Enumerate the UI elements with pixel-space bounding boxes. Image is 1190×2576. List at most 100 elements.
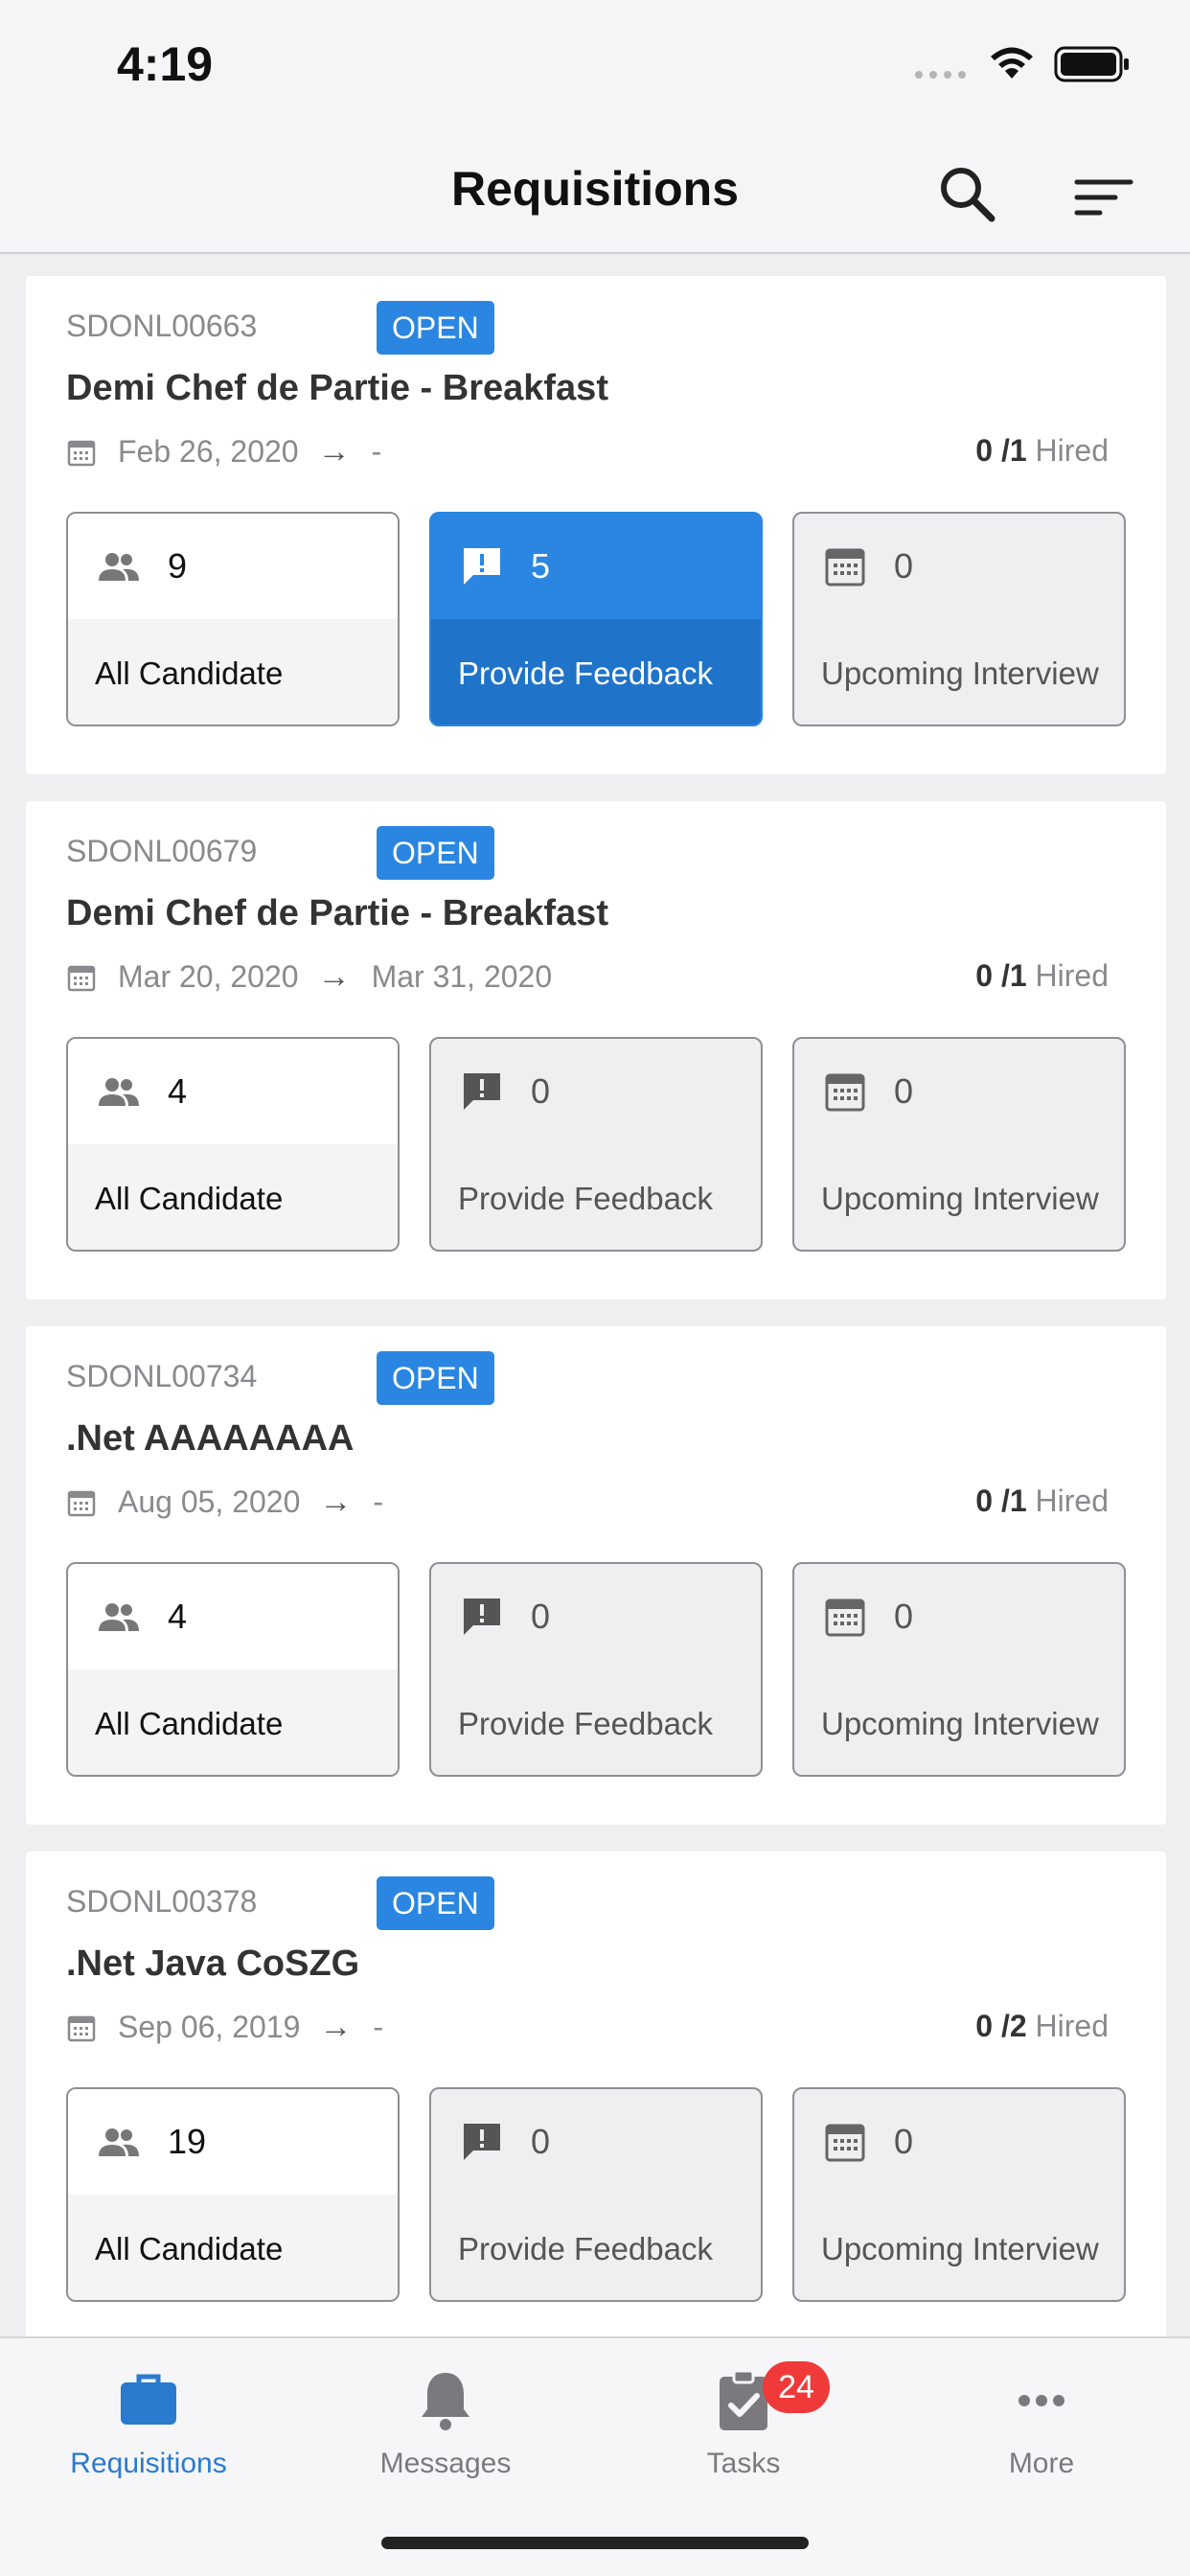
requisition-card[interactable]: SDONL00663 OPEN Demi Chef de Partie - Br… (26, 276, 1166, 774)
requisition-dates: Sep 06, 2019 → - (66, 2009, 383, 2046)
requisition-id: SDONL00663 (66, 309, 258, 343)
calendar-icon (825, 1073, 865, 1112)
feedback-label: Provide Feedback (458, 1706, 713, 1741)
tab-label: More (1008, 2448, 1075, 2479)
provide-feedback-button[interactable]: 5 Provide Feedback (429, 512, 763, 726)
calendar-icon (825, 548, 865, 586)
tab-tasks[interactable]: Tasks 24 (619, 2361, 868, 2480)
interview-count: 0 (894, 2122, 914, 2161)
sort-filter-icon[interactable] (1071, 171, 1138, 228)
all-candidate-label: All Candidate (68, 1669, 398, 1775)
status-badge: OPEN (377, 826, 494, 880)
feedback-count: 0 (531, 1597, 551, 1636)
tab-label: Requisitions (70, 2448, 227, 2479)
requisition-card[interactable]: SDONL00679 OPEN Demi Chef de Partie - Br… (26, 801, 1166, 1300)
search-icon[interactable] (934, 161, 1001, 228)
more-icon (1018, 2395, 1064, 2406)
arrow-right-icon: → (319, 2009, 353, 2045)
all-candidate-button[interactable]: 4 All Candidate (66, 1037, 400, 1252)
requisition-dates: Aug 05, 2020 → - (66, 1484, 383, 1521)
all-candidate-count: 19 (168, 2122, 207, 2161)
status-time: 4:19 (117, 37, 214, 91)
calendar-icon (825, 2124, 865, 2162)
calendar-icon (67, 440, 96, 466)
feedback-count: 5 (531, 546, 551, 586)
hired-count: 0 /2 Hired (975, 2009, 1109, 2043)
end-date: - (371, 434, 382, 469)
all-candidate-label: All Candidate (68, 2195, 398, 2300)
arrow-right-icon: → (317, 433, 351, 470)
interview-label: Upcoming Interview (821, 2231, 1099, 2266)
upcoming-interview-button[interactable]: 0 Upcoming Interview (792, 512, 1126, 726)
all-candidate-button[interactable]: 19 All Candidate (66, 2087, 400, 2302)
status-badge: OPEN (377, 1351, 494, 1405)
requisition-id: SDONL00679 (66, 834, 258, 868)
tasks-badge: 24 (763, 2361, 830, 2413)
arrow-right-icon: → (319, 1484, 353, 1520)
upcoming-interview-button[interactable]: 0 Upcoming Interview (792, 2087, 1126, 2302)
upcoming-interview-button[interactable]: 0 Upcoming Interview (792, 1037, 1126, 1252)
all-candidate-label: All Candidate (68, 1144, 398, 1250)
calendar-icon (67, 1490, 96, 1516)
start-date: Feb 26, 2020 (118, 434, 299, 469)
provide-feedback-button[interactable]: 0 Provide Feedback (429, 1562, 763, 1777)
wifi-icon (991, 47, 1033, 79)
feedback-label: Provide Feedback (431, 619, 761, 724)
requisition-card[interactable]: SDONL00378 OPEN .Net Java CoSZG Sep 06, … (26, 1852, 1166, 2350)
feedback-label: Provide Feedback (458, 1181, 713, 1216)
hired-count: 0 /1 Hired (975, 1484, 1109, 1518)
requisition-card[interactable]: SDONL00734 OPEN .Net AAAAAAAA Aug 05, 20… (26, 1326, 1166, 1825)
tab-label: Messages (379, 2448, 512, 2479)
requisition-id: SDONL00378 (66, 1884, 258, 1919)
interview-label: Upcoming Interview (821, 656, 1099, 691)
upcoming-interview-button[interactable]: 0 Upcoming Interview (792, 1562, 1126, 1777)
start-date: Mar 20, 2020 (118, 959, 299, 994)
end-date: - (373, 1484, 384, 1519)
requisition-dates: Mar 20, 2020 → Mar 31, 2020 (66, 958, 552, 996)
hired-count: 0 /1 Hired (975, 433, 1109, 468)
interview-label: Upcoming Interview (821, 1706, 1099, 1741)
arrow-right-icon: → (317, 958, 351, 995)
start-date: Sep 06, 2019 (118, 2010, 301, 2044)
requisition-title: Demi Chef de Partie - Breakfast (66, 893, 608, 933)
requisition-title: .Net AAAAAAAA (66, 1418, 355, 1459)
page-title: Requisitions (450, 162, 740, 216)
stat-row: 19 All Candidate 0 Provide Feedback 0 Up… (66, 2087, 1126, 2302)
start-date: Aug 05, 2020 (118, 1484, 301, 1519)
tab-more[interactable]: More (917, 2367, 1166, 2480)
stat-row: 4 All Candidate 0 Provide Feedback 0 Upc… (66, 1562, 1126, 1777)
calendar-icon (825, 1598, 865, 1637)
all-candidate-button[interactable]: 4 All Candidate (66, 1562, 400, 1777)
feedback-count: 0 (531, 2122, 551, 2161)
all-candidate-label: All Candidate (68, 619, 398, 724)
calendar-icon (67, 2015, 96, 2041)
requisition-title: Demi Chef de Partie - Breakfast (66, 368, 608, 408)
requisition-title: .Net Java CoSZG (66, 1944, 360, 1984)
feedback-icon (464, 2124, 500, 2160)
home-indicator[interactable] (381, 2537, 809, 2549)
provide-feedback-button[interactable]: 0 Provide Feedback (429, 1037, 763, 1252)
app-header: Requisitions (0, 134, 1190, 254)
bell-icon (422, 2373, 469, 2430)
hired-count: 0 /1 Hired (975, 958, 1109, 993)
feedback-icon (464, 1598, 500, 1635)
stat-row: 9 All Candidate 5 Provide Feedback 0 Upc… (66, 512, 1126, 726)
provide-feedback-button[interactable]: 0 Provide Feedback (429, 2087, 763, 2302)
feedback-label: Provide Feedback (458, 2231, 713, 2266)
interview-count: 0 (894, 546, 914, 586)
people-icon (99, 553, 139, 581)
interview-label: Upcoming Interview (821, 1181, 1099, 1216)
tab-requisitions[interactable]: Requisitions (24, 2367, 273, 2480)
tab-messages[interactable]: Messages (321, 2367, 570, 2480)
tab-label: Tasks (706, 2448, 781, 2479)
stat-row: 4 All Candidate 0 Provide Feedback 0 Upc… (66, 1037, 1126, 1252)
all-candidate-count: 4 (168, 1597, 188, 1636)
requisition-id: SDONL00734 (66, 1359, 258, 1393)
all-candidate-button[interactable]: 9 All Candidate (66, 512, 400, 726)
feedback-icon (464, 548, 500, 585)
status-badge: OPEN (377, 1876, 494, 1930)
battery-icon (1054, 46, 1129, 82)
people-icon (99, 2128, 139, 2156)
signal-icon (915, 71, 966, 79)
end-date: - (373, 2010, 384, 2044)
